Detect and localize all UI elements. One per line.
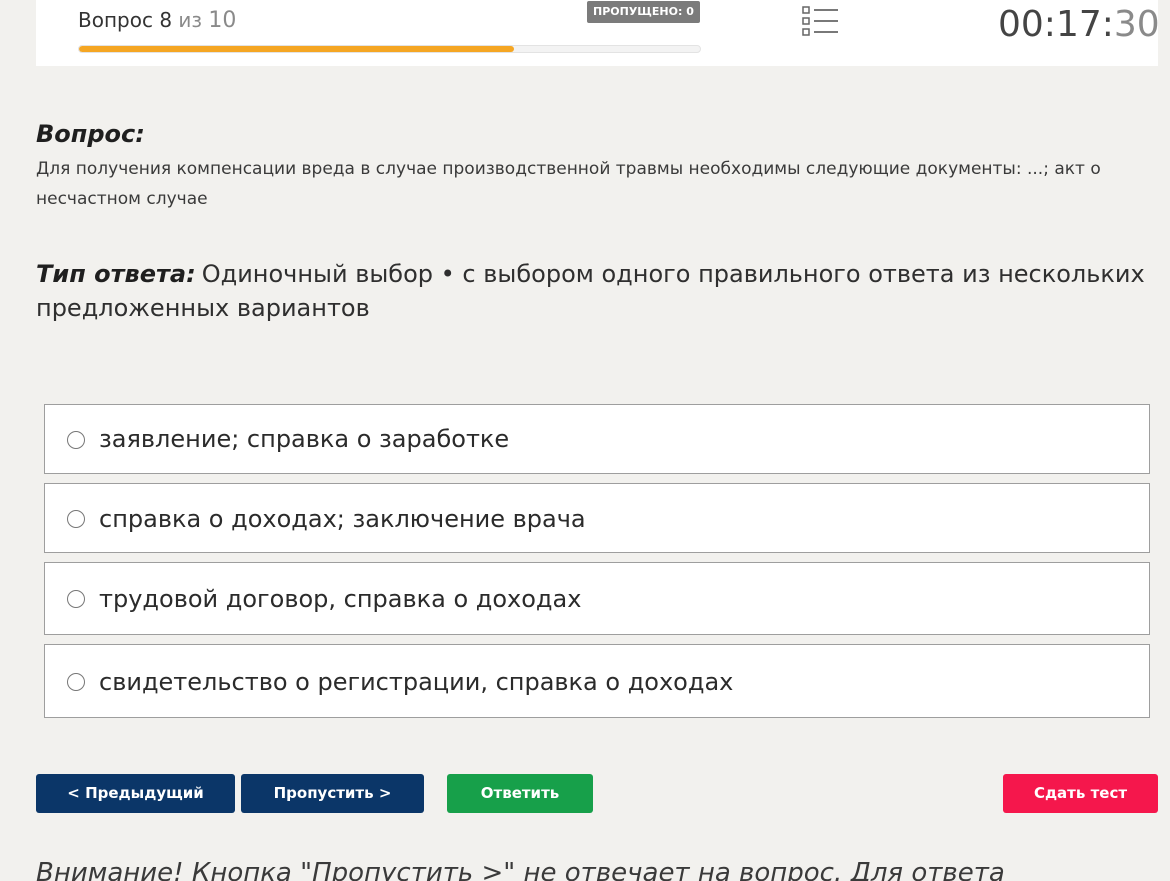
option-label: справка о доходах; заключение врача: [99, 505, 586, 533]
skip-button[interactable]: Пропустить >: [241, 774, 424, 813]
question-word: Вопрос: [78, 8, 153, 32]
answer-option-1[interactable]: заявление; справка о заработке: [44, 404, 1150, 474]
answer-option-3[interactable]: трудовой договор, справка о доходах: [44, 562, 1150, 635]
question-number: 8: [159, 8, 173, 32]
progress-fill: [79, 46, 514, 52]
answer-type: Тип ответа: Одиночный выбор • с выбором о…: [36, 257, 1156, 325]
question-list-icon[interactable]: [802, 4, 840, 38]
radio-button[interactable]: [67, 673, 85, 691]
radio-button[interactable]: [67, 510, 85, 528]
timer-seconds: 30: [1113, 4, 1160, 45]
answer-button[interactable]: Ответить: [447, 774, 593, 813]
option-label: заявление; справка о заработке: [99, 425, 510, 453]
option-label: свидетельство о регистрации, справка о д…: [99, 668, 734, 696]
answer-type-text: Одиночный выбор • с выбором одного прави…: [36, 260, 1145, 322]
radio-button[interactable]: [67, 590, 85, 608]
answer-option-2[interactable]: справка о доходах; заключение врача: [44, 483, 1150, 553]
question-total: 10: [208, 8, 237, 33]
list-icon: [802, 6, 838, 36]
question-counter: Вопрос 8 из 10: [78, 8, 236, 33]
quiz-header: Вопрос 8 из 10 ПРОПУЩЕНО: 0 00:17:30: [36, 0, 1160, 66]
submit-test-button[interactable]: Сдать тест: [1003, 774, 1158, 813]
radio-button[interactable]: [67, 431, 85, 449]
skip-warning: Внимание! Кнопка "Пропустить >" не отвеч…: [36, 858, 1005, 881]
timer: 00:17:30: [998, 4, 1160, 45]
of-word: из: [178, 8, 203, 32]
quiz-page: Вопрос 8 из 10 ПРОПУЩЕНО: 0 00:17:30 Воп…: [0, 0, 1170, 881]
answer-type-label: Тип ответа:: [36, 260, 196, 288]
question-text: Для получения компенсации вреда в случае…: [36, 159, 1101, 209]
question-heading: Вопрос:: [36, 120, 145, 148]
option-label: трудовой договор, справка о доходах: [99, 585, 582, 613]
answer-option-4[interactable]: свидетельство о регистрации, справка о д…: [44, 644, 1150, 718]
progress-bar: [78, 45, 701, 53]
timer-hours-minutes: 00:17:: [998, 4, 1114, 45]
skipped-badge: ПРОПУЩЕНО: 0: [587, 1, 700, 23]
previous-button[interactable]: < Предыдущий: [36, 774, 235, 813]
